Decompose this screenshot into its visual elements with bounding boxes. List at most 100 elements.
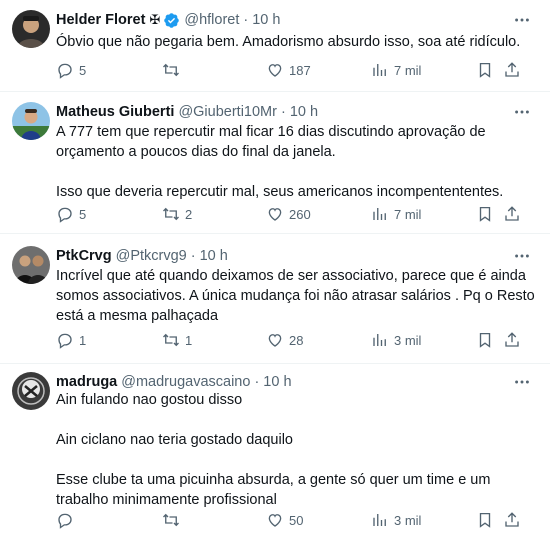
like-button[interactable]: 28 — [266, 330, 303, 350]
separator-dot: · — [190, 248, 196, 264]
avatar[interactable] — [12, 102, 50, 140]
heart-icon — [268, 334, 282, 347]
like-count: 260 — [289, 206, 311, 222]
author-handle[interactable]: @Ptkcrvg9 — [116, 246, 187, 266]
action-bar: 1 1 28 3 mil — [56, 330, 536, 350]
reply-count: 1 — [79, 332, 87, 348]
tweet-header: Matheus Giuberti @Giuberti10Mr · 10 h — [56, 102, 510, 122]
share-button[interactable] — [503, 60, 521, 80]
bookmark-icon — [479, 512, 491, 528]
reply-count: 5 — [79, 62, 87, 78]
share-button[interactable] — [503, 330, 521, 350]
timestamp[interactable]: 10 h — [263, 372, 291, 392]
retweet-icon — [163, 63, 179, 77]
views-count: 3 mil — [394, 332, 422, 348]
more-icon[interactable] — [512, 246, 532, 266]
retweet-icon — [163, 207, 179, 221]
reply-button[interactable]: 5 — [56, 60, 86, 80]
share-icon — [505, 62, 519, 77]
tweet-paragraph: Isso que deveria repercutir mal, seus am… — [56, 184, 504, 200]
retweet-button[interactable]: 2 — [162, 204, 192, 224]
action-bar: 5 2 260 7 mil — [56, 204, 536, 224]
bookmark-button[interactable] — [476, 204, 494, 224]
reply-button[interactable] — [56, 510, 79, 530]
share-icon — [505, 512, 519, 527]
share-button[interactable] — [503, 204, 521, 224]
author-handle[interactable]: @hfloret — [184, 10, 239, 30]
bookmark-button[interactable] — [476, 60, 494, 80]
bookmark-button[interactable] — [476, 330, 494, 350]
more-icon[interactable] — [512, 102, 532, 122]
author-name[interactable]: Helder Floret — [56, 10, 145, 30]
tweet-paragraph: Ain ciclano nao teria gostado daquilo — [56, 432, 293, 448]
views-count: 7 mil — [394, 62, 422, 78]
share-button[interactable] — [503, 510, 521, 530]
retweet-icon — [163, 333, 179, 347]
more-icon[interactable] — [512, 372, 532, 392]
timestamp[interactable]: 10 h — [200, 246, 228, 266]
tweet[interactable]: Helder Floret ✠ @hfloret · 10 h Óbvio qu… — [0, 0, 550, 92]
views-button[interactable]: 3 mil — [371, 510, 421, 530]
tweet-paragraph: Incrível que até quando deixamos de ser … — [56, 268, 535, 324]
views-icon — [373, 334, 386, 346]
like-button[interactable]: 50 — [266, 510, 303, 530]
views-count: 3 mil — [394, 512, 422, 528]
views-icon — [373, 64, 386, 76]
separator-dot: · — [280, 104, 286, 120]
action-bar: 50 3 mil — [56, 510, 536, 530]
separator-dot: · — [254, 374, 260, 390]
heart-icon — [268, 64, 282, 77]
tweet-paragraph: Óbvio que não pegaria bem. Amadorismo ab… — [56, 34, 521, 50]
reply-icon — [58, 333, 72, 349]
like-button[interactable]: 187 — [266, 60, 311, 80]
views-button[interactable]: 7 mil — [371, 204, 421, 224]
share-icon — [505, 206, 519, 221]
avatar[interactable] — [12, 246, 50, 284]
bookmark-icon — [479, 62, 491, 78]
reply-button[interactable]: 1 — [56, 330, 86, 350]
tweet[interactable]: madruga @madrugavascaino · 10 h Ain fula… — [0, 364, 550, 539]
heart-icon — [268, 514, 282, 527]
timestamp[interactable]: 10 h — [290, 102, 318, 122]
retweet-button[interactable]: 1 — [162, 330, 192, 350]
more-icon[interactable] — [512, 10, 532, 30]
views-icon — [373, 208, 386, 220]
tweet-paragraph: Ain fulando nao gostou disso — [56, 392, 243, 408]
tweet-paragraph: A 777 tem que repercutir mal ficar 16 di… — [56, 124, 486, 160]
retweet-button[interactable] — [162, 510, 185, 530]
author-handle[interactable]: @Giuberti10Mr — [178, 102, 277, 122]
author-name[interactable]: madruga — [56, 372, 117, 392]
reply-button[interactable]: 5 — [56, 204, 86, 224]
tweet-header: Helder Floret ✠ @hfloret · 10 h — [56, 10, 510, 30]
reply-icon — [58, 207, 72, 223]
reply-icon — [58, 513, 72, 529]
bookmark-button[interactable] — [476, 510, 494, 530]
tweet[interactable]: Matheus Giuberti @Giuberti10Mr · 10 h A … — [0, 92, 550, 234]
author-handle[interactable]: @madrugavascaino — [121, 372, 250, 392]
separator-dot: · — [243, 12, 249, 28]
avatar[interactable] — [12, 372, 50, 410]
like-count: 50 — [289, 512, 304, 528]
reply-icon — [58, 63, 72, 79]
verified-badge-icon — [163, 12, 180, 29]
heart-icon — [268, 208, 282, 221]
bookmark-icon — [479, 332, 491, 348]
tweet-header: madruga @madrugavascaino · 10 h — [56, 372, 510, 392]
like-count: 28 — [289, 332, 304, 348]
author-name[interactable]: PtkCrvg — [56, 246, 112, 266]
views-button[interactable]: 3 mil — [371, 330, 421, 350]
cross-badge: ✠ — [149, 12, 161, 27]
retweet-button[interactable] — [162, 60, 185, 80]
retweet-count: 2 — [185, 206, 193, 222]
avatar[interactable] — [12, 10, 50, 48]
tweet[interactable]: PtkCrvg @Ptkcrvg9 · 10 h Incrível que at… — [0, 234, 550, 364]
bookmark-icon — [479, 206, 491, 222]
reply-count: 5 — [79, 206, 87, 222]
views-button[interactable]: 7 mil — [371, 60, 421, 80]
tweet-text: Óbvio que não pegaria bem. Amadorismo ab… — [56, 32, 536, 52]
author-name[interactable]: Matheus Giuberti — [56, 102, 174, 122]
like-button[interactable]: 260 — [266, 204, 311, 224]
views-icon — [373, 514, 386, 526]
timestamp[interactable]: 10 h — [252, 10, 280, 30]
tweet-header: PtkCrvg @Ptkcrvg9 · 10 h — [56, 246, 510, 266]
